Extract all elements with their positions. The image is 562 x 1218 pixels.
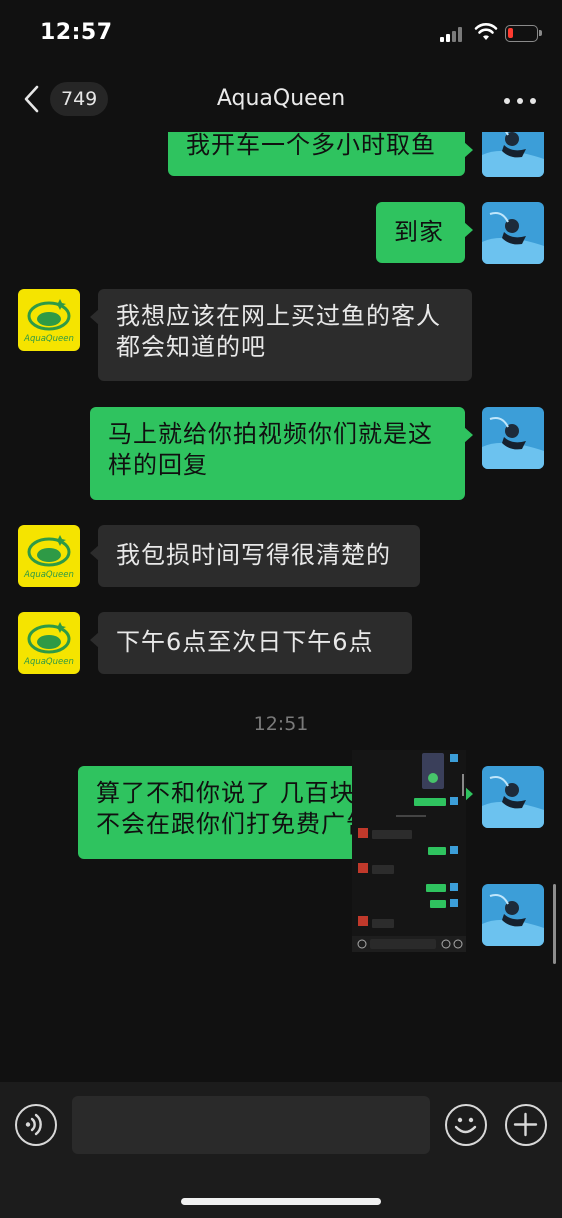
wifi-icon — [474, 23, 498, 40]
avatar-image — [482, 132, 544, 177]
status-bar: 12:57 — [0, 0, 562, 70]
voice-button[interactable] — [15, 1104, 57, 1146]
plus-icon — [513, 1112, 538, 1137]
emoji-button[interactable] — [445, 1104, 487, 1146]
avatar-image — [482, 766, 544, 828]
message-list[interactable]: 我开车一个多小时取鱼 到家 AquaQueen 我想应该在网上买过鱼的客人都会知… — [0, 132, 562, 1082]
aquaqueen-logo: AquaQueen — [18, 612, 80, 674]
my-avatar[interactable] — [482, 766, 544, 828]
logo-text: AquaQueen — [23, 334, 74, 344]
message-bubble[interactable]: 我包损时间写得很清楚的 — [90, 525, 420, 587]
logo-text: AquaQueen — [23, 657, 74, 667]
contact-avatar[interactable]: AquaQueen — [18, 525, 80, 587]
avatar-image — [482, 407, 544, 469]
plus-button[interactable] — [505, 1104, 547, 1146]
chat-title: AquaQueen — [216, 86, 346, 111]
message-bubble[interactable]: 下午6点至次日下午6点 — [90, 612, 412, 674]
image-message[interactable] — [352, 750, 466, 952]
more-icon[interactable] — [504, 98, 536, 104]
scrollbar[interactable] — [553, 884, 556, 964]
status-time: 12:57 — [40, 20, 113, 45]
logo-text: AquaQueen — [23, 570, 74, 580]
my-avatar[interactable] — [482, 884, 544, 946]
emoji-icon — [454, 1117, 477, 1134]
message-bubble[interactable]: 马上就给你拍视频你们就是这样的回复 — [90, 407, 473, 500]
battery-level — [508, 28, 513, 38]
my-avatar[interactable] — [482, 202, 544, 264]
message-bubble[interactable]: 我想应该在网上买过鱼的客人都会知道的吧 — [90, 289, 472, 381]
contact-avatar[interactable]: AquaQueen — [18, 289, 80, 351]
home-indicator[interactable] — [181, 1198, 381, 1205]
my-avatar[interactable] — [482, 407, 544, 469]
message-bubble[interactable]: 到家 — [376, 202, 473, 263]
avatar-image — [482, 202, 544, 264]
input-bar — [0, 1082, 562, 1218]
message-bubble[interactable]: 我开车一个多小时取鱼 — [168, 132, 473, 176]
voice-icon — [25, 1113, 42, 1136]
chat-header: 749 AquaQueen — [0, 70, 562, 132]
aquaqueen-logo: AquaQueen — [18, 525, 80, 587]
battery-icon — [505, 25, 542, 42]
my-avatar[interactable] — [482, 132, 544, 177]
cellular-signal-icon — [440, 26, 466, 42]
contact-avatar[interactable]: AquaQueen — [18, 612, 80, 674]
aquaqueen-logo: AquaQueen — [18, 289, 80, 351]
message-input[interactable] — [72, 1096, 430, 1154]
screenshot-thumbnail — [352, 750, 466, 952]
avatar-image — [482, 884, 544, 946]
message-timestamp: 12:51 — [253, 713, 309, 735]
